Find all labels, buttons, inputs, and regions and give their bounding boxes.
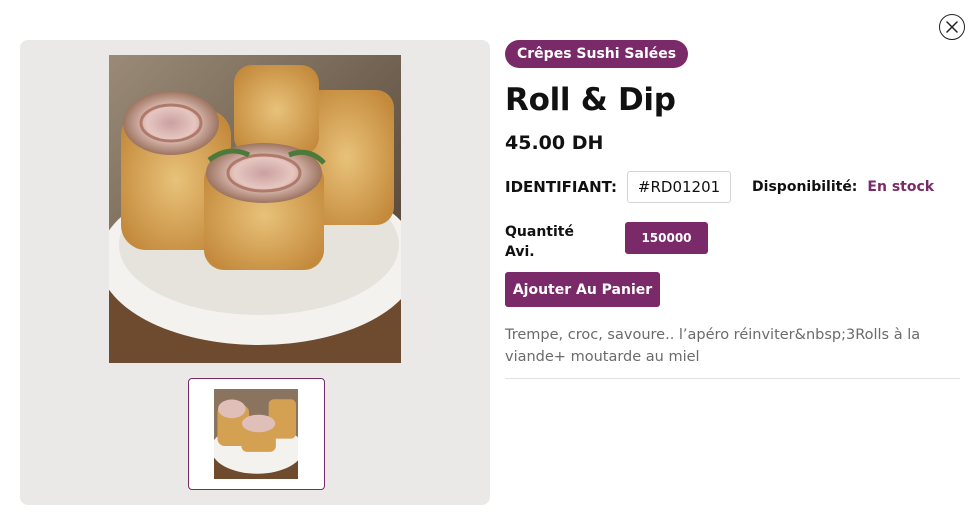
product-title: Roll & Dip: [505, 82, 676, 118]
product-description: Trempe, croc, savoure.. l’apéro réinvite…: [505, 324, 960, 379]
main-product-image: [109, 55, 401, 363]
quantity-row: Quantité Avi. 150000: [505, 222, 960, 262]
quantity-value: 150000: [625, 222, 708, 254]
quantity-label-line2: Avi.: [505, 244, 535, 260]
thumbnail-image: [214, 389, 298, 479]
availability-value: En stock: [867, 179, 935, 195]
quantity-label-line1: Quantité: [505, 224, 574, 240]
identifier-value: #RD01201: [627, 171, 732, 203]
product-price: 45.00 DH: [505, 132, 604, 154]
product-details: Crêpes Sushi Salées Roll & Dip 45.00 DH …: [505, 40, 960, 379]
product-gallery: [20, 40, 490, 505]
close-button[interactable]: [939, 14, 965, 40]
add-to-cart-button[interactable]: Ajouter Au Panier: [505, 272, 660, 307]
category-badge[interactable]: Crêpes Sushi Salées: [505, 40, 689, 68]
identifier-row: IDENTIFIANT: #RD01201 Disponibilité: En …: [505, 170, 960, 204]
availability-label: Disponibilité:: [752, 179, 858, 195]
identifier-label: IDENTIFIANT:: [505, 178, 618, 196]
close-icon: [946, 21, 958, 33]
quantity-label: Quantité Avi.: [505, 222, 595, 262]
thumbnail-1[interactable]: [188, 378, 325, 490]
